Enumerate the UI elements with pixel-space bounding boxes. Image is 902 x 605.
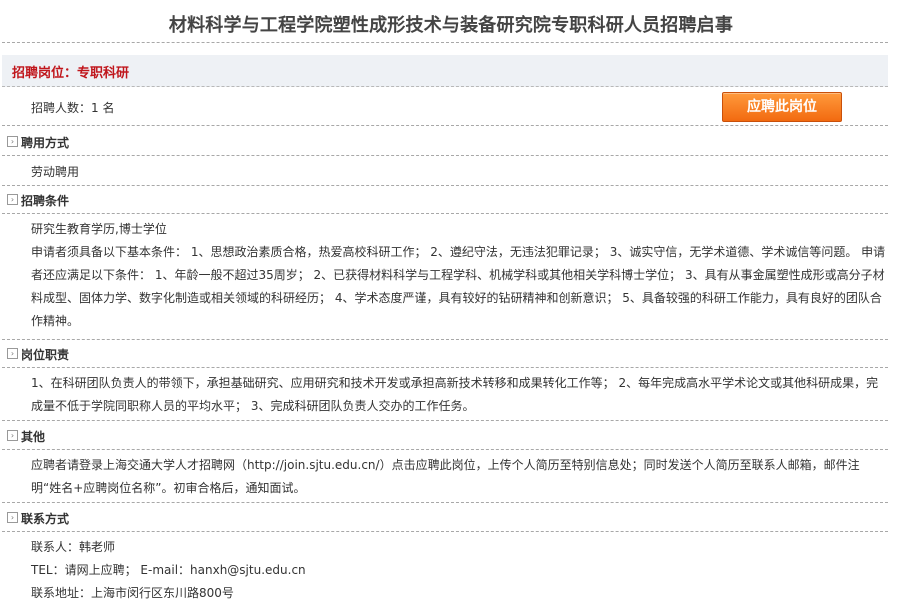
expand-icon: › xyxy=(7,136,18,147)
section-header-employment[interactable]: › 聘用方式 xyxy=(2,131,888,156)
recruit-count-row: 招聘人数：1 名 应聘此岗位 xyxy=(2,87,888,126)
expand-icon: › xyxy=(7,512,18,523)
section-title: 聘用方式 xyxy=(21,136,70,150)
section-title: 其他 xyxy=(21,430,46,444)
position-header: 招聘岗位：专职科研 xyxy=(2,55,888,87)
section-title: 岗位职责 xyxy=(21,348,70,362)
contact-address: 联系地址：上海市闵行区东川路800号 xyxy=(31,586,234,600)
section-title: 联系方式 xyxy=(21,512,70,526)
section-text: 研究生教育学历,博士学位 xyxy=(31,222,167,236)
section-body-conditions: 研究生教育学历,博士学位 申请者须具备以下基本条件： 1、思想政治素质合格，热爱… xyxy=(2,218,888,340)
section-text: 申请者须具备以下基本条件： 1、思想政治素质合格，热爱高校科研工作； 2、遵纪守… xyxy=(31,245,886,328)
position-label: 招聘岗位：专职科研 xyxy=(12,66,130,81)
section-text: 劳动聘用 xyxy=(31,165,80,179)
section-header-duties[interactable]: › 岗位职责 xyxy=(2,343,888,368)
section-header-other[interactable]: › 其他 xyxy=(2,425,888,450)
section-body-employment: 劳动聘用 xyxy=(2,160,888,186)
contact-person: 联系人：韩老师 xyxy=(31,540,116,554)
page-title: 材料科学与工程学院塑性成形技术与装备研究院专职科研人员招聘启事 xyxy=(168,15,734,36)
section-header-contact[interactable]: › 联系方式 xyxy=(2,507,888,532)
recruit-count: 招聘人数：1 名 xyxy=(31,101,115,115)
section-text: 1、在科研团队负责人的带领下，承担基础研究、应用研究和技术开发或承担高新技术转移… xyxy=(31,376,879,413)
title-divider xyxy=(2,42,888,43)
section-header-conditions[interactable]: › 招聘条件 xyxy=(2,189,888,214)
section-body-duties: 1、在科研团队负责人的带领下，承担基础研究、应用研究和技术开发或承担高新技术转移… xyxy=(2,372,888,421)
expand-icon: › xyxy=(7,348,18,359)
expand-icon: › xyxy=(7,194,18,205)
recruitment-page: 材料科学与工程学院塑性成形技术与装备研究院专职科研人员招聘启事 招聘岗位：专职科… xyxy=(0,0,902,603)
section-body-contact: 联系人：韩老师 TEL：请网上应聘； E-mail：hanxh@sjtu.edu… xyxy=(2,536,888,605)
section-body-other: 应聘者请登录上海交通大学人才招聘网（http://join.sjtu.edu.c… xyxy=(2,454,888,503)
section-text: 应聘者请登录上海交通大学人才招聘网（http://join.sjtu.edu.c… xyxy=(31,458,860,495)
apply-button[interactable]: 应聘此岗位 xyxy=(722,92,842,122)
expand-icon: › xyxy=(7,430,18,441)
section-title: 招聘条件 xyxy=(21,194,70,208)
contact-phone-email: TEL：请网上应聘； E-mail：hanxh@sjtu.edu.cn xyxy=(31,563,306,577)
